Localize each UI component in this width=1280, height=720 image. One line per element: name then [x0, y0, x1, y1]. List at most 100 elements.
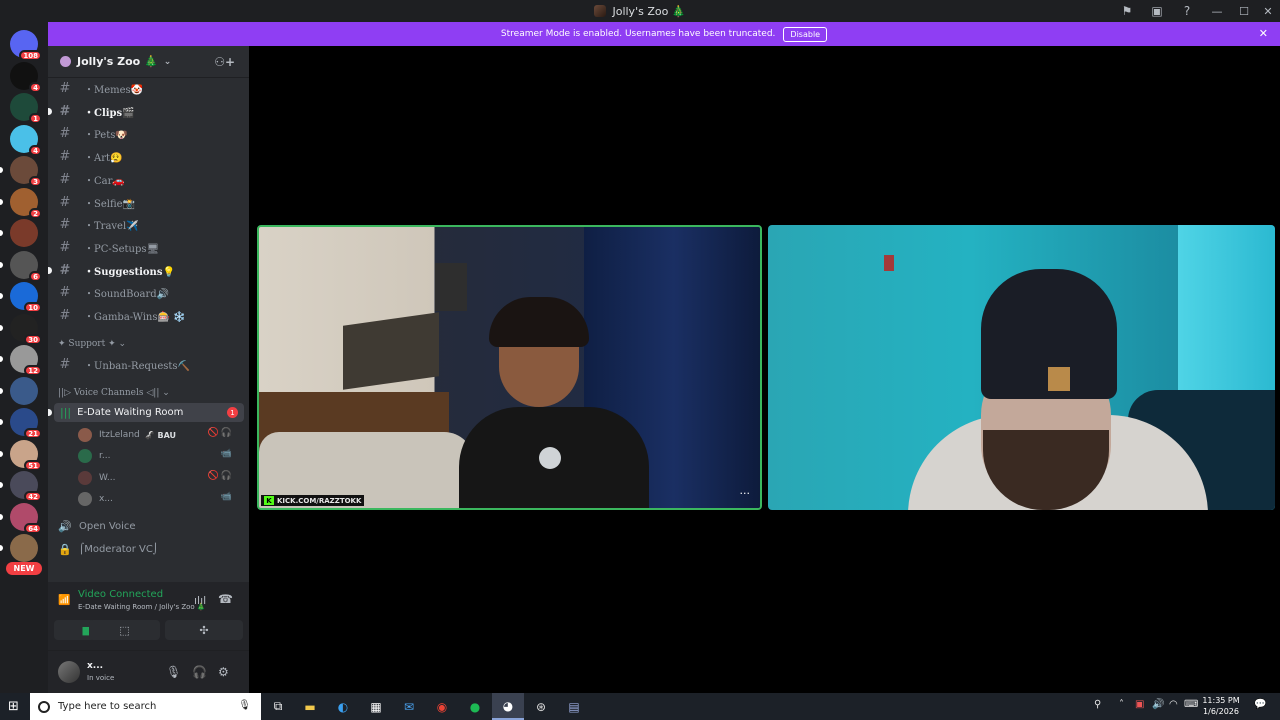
server-icon-12[interactable]: 21 — [10, 408, 42, 439]
mention-badge: 51 — [24, 460, 42, 471]
avatar — [78, 471, 92, 485]
voice-category[interactable]: ||▷ Voice Channels ◁|| ⌄ — [58, 388, 170, 398]
volume-icon[interactable]: 🔊 — [1152, 699, 1164, 710]
voice-user[interactable]: W... 🚫🎧 — [78, 468, 240, 488]
edge-icon[interactable]: ◐ — [327, 693, 359, 720]
taskbar-clock[interactable]: 11:35 PM 1/6/2026 — [1198, 695, 1244, 717]
more-options-icon[interactable]: ··· — [740, 487, 751, 500]
voice-user-name: W... — [99, 473, 116, 483]
network-icon[interactable]: ◠ — [1169, 699, 1178, 710]
channel-item[interactable]: # ・Car🚗 — [56, 169, 242, 189]
channel-item[interactable]: # ・PC-Setups🖥 — [56, 237, 242, 257]
channel-item[interactable]: # ・Clips🎬 — [48, 101, 242, 121]
people-icon[interactable]: ⚲ — [1094, 699, 1101, 710]
chevron-up-icon[interactable]: ˄ — [1119, 699, 1124, 710]
server-icon-3[interactable]: 4 — [10, 125, 42, 156]
server-icon-9[interactable]: 30 — [10, 314, 42, 345]
server-icon-15[interactable]: 64 — [10, 503, 42, 534]
voice-location[interactable]: E-Date Waiting Room / Jolly's Zoo 🎄 — [78, 603, 206, 611]
mention-badge: 21 — [24, 428, 42, 439]
voice-connection-panel: 📶 Video Connected E-Date Waiting Room / … — [48, 582, 249, 650]
invite-people-icon[interactable]: ⚇+ — [214, 55, 235, 69]
server-icon-4[interactable]: 3 — [10, 156, 42, 187]
voice-channel-moderator[interactable]: 🔒 ⌠Moderator VC⌡ — [56, 539, 242, 559]
inbox-icon[interactable]: ▣ — [1142, 0, 1172, 22]
server-icon-13[interactable]: 51 — [10, 440, 42, 471]
voice-channel-name: ⌠Moderator VC⌡ — [79, 543, 159, 555]
server-icon-8[interactable]: 10 — [10, 282, 42, 313]
channel-item[interactable]: # ・Suggestions💡 — [48, 260, 242, 280]
file-explorer-icon[interactable]: ▬ — [294, 693, 326, 720]
channel-item[interactable]: # ・Selfie📸 — [56, 192, 242, 212]
server-avatar — [10, 534, 38, 562]
notepad-icon[interactable]: ▤ — [558, 693, 590, 720]
channel-name: ・Memes🤡 — [84, 84, 144, 96]
server-icon-2[interactable]: 1 — [10, 93, 42, 124]
voice-user[interactable]: ItzLeland 🦨 BAU 🚫🎧 — [78, 425, 240, 445]
disconnect-icon[interactable]: ☎ — [218, 592, 233, 606]
disable-button[interactable]: Disable — [783, 26, 828, 42]
microphone-icon[interactable]: 🎙 — [166, 665, 181, 679]
chrome-icon[interactable]: ◉ — [426, 693, 458, 720]
close-window-button[interactable]: ✕ — [1256, 0, 1280, 22]
server-header[interactable]: Jolly's Zoo 🎄 ⌄ ⚇+ — [48, 46, 249, 78]
channel-item[interactable]: # ・SoundBoard🔊 — [56, 282, 242, 302]
server-icon-10[interactable]: 12 — [10, 345, 42, 376]
server-icon-6[interactable] — [10, 219, 38, 247]
support-category[interactable]: ✦ Support ✦ ⌄ — [58, 339, 126, 349]
voice-status[interactable]: Video Connected — [78, 589, 163, 600]
headphones-icon[interactable]: 🎧 — [192, 665, 207, 679]
channel-item[interactable]: # ・Art😮‍💨 — [56, 146, 242, 166]
mention-badge: 108 — [19, 50, 42, 61]
task-view-icon[interactable]: ⧉ — [262, 693, 294, 720]
minimize-button[interactable]: — — [1202, 0, 1232, 22]
microphone-icon[interactable]: 🎙 — [238, 700, 251, 711]
video-tile-2[interactable] — [768, 225, 1275, 510]
gear-icon[interactable]: ⚙ — [218, 665, 229, 679]
channel-item[interactable]: # ・Gamba-Wins🎰 ❄️ — [56, 305, 242, 325]
channel-unban-requests[interactable]: # ・Unban-Requests⛏️ — [56, 354, 242, 374]
server-icon-1[interactable]: 4 — [10, 62, 42, 93]
server-icon-11[interactable] — [10, 377, 38, 405]
channel-item[interactable]: # ・Memes🤡 — [56, 78, 242, 98]
noise-suppression-icon[interactable]: ılıl — [194, 594, 206, 607]
channel-item[interactable]: # ・Travel✈️ — [56, 214, 242, 234]
notifications-icon[interactable]: 💬 — [1254, 699, 1266, 710]
close-icon[interactable]: ✕ — [1259, 27, 1268, 40]
discord-icon[interactable]: ◕ — [492, 693, 524, 720]
hash-icon: # — [59, 307, 71, 323]
spotify-icon[interactable]: ● — [459, 693, 491, 720]
voice-channel-edate[interactable]: ||| E-Date Waiting Room 1 — [48, 403, 244, 422]
screen-share-button[interactable]: ⬚ — [89, 620, 160, 640]
title-bar: Jolly's Zoo 🎄 ⚑ ▣ ? — ☐ ✕ — [0, 0, 1280, 22]
server-icon-14[interactable]: 42 — [10, 471, 42, 502]
avatar[interactable] — [58, 661, 80, 683]
server-icon-0[interactable]: 108 — [10, 30, 42, 61]
channel-name: ・Gamba-Wins🎰 ❄️ — [84, 311, 186, 323]
channel-item[interactable]: # ・Pets🐶 — [56, 123, 242, 143]
hash-icon: # — [59, 262, 71, 278]
windows-start-icon[interactable]: ⊞ — [8, 699, 19, 714]
hash-icon: # — [59, 194, 71, 210]
hash-icon: # — [59, 103, 71, 119]
help-icon[interactable]: ? — [1172, 0, 1202, 22]
video-tile-1[interactable]: K KICK.COM/RAZZTOKK ··· — [257, 225, 762, 510]
server-icon-16[interactable] — [10, 534, 38, 562]
taskbar-search[interactable]: Type here to search 🎙 — [30, 693, 261, 720]
voice-user[interactable]: x... 📹 — [78, 489, 240, 509]
voice-channel-open-voice[interactable]: 🔊 Open Voice — [56, 516, 242, 536]
voice-state-icon: 🚫🎧 — [207, 471, 234, 481]
activities-button[interactable]: ✣ — [165, 620, 243, 640]
signal-icon[interactable]: 📶 — [58, 595, 70, 606]
voice-user[interactable]: r... 📹 — [78, 446, 240, 466]
security-icon[interactable]: ▣ — [1135, 699, 1144, 710]
hash-icon: # — [59, 239, 71, 255]
keyboard-icon[interactable]: ⌨ — [1184, 699, 1198, 710]
server-icon-5[interactable]: 2 — [10, 188, 42, 219]
flag-icon[interactable]: ⚑ — [1112, 0, 1142, 22]
steam-icon[interactable]: ⊛ — [525, 693, 557, 720]
server-icon-7[interactable]: 6 — [10, 251, 42, 282]
mail-icon[interactable]: ✉ — [393, 693, 425, 720]
store-icon[interactable]: ▦ — [360, 693, 392, 720]
maximize-button[interactable]: ☐ — [1232, 0, 1256, 22]
